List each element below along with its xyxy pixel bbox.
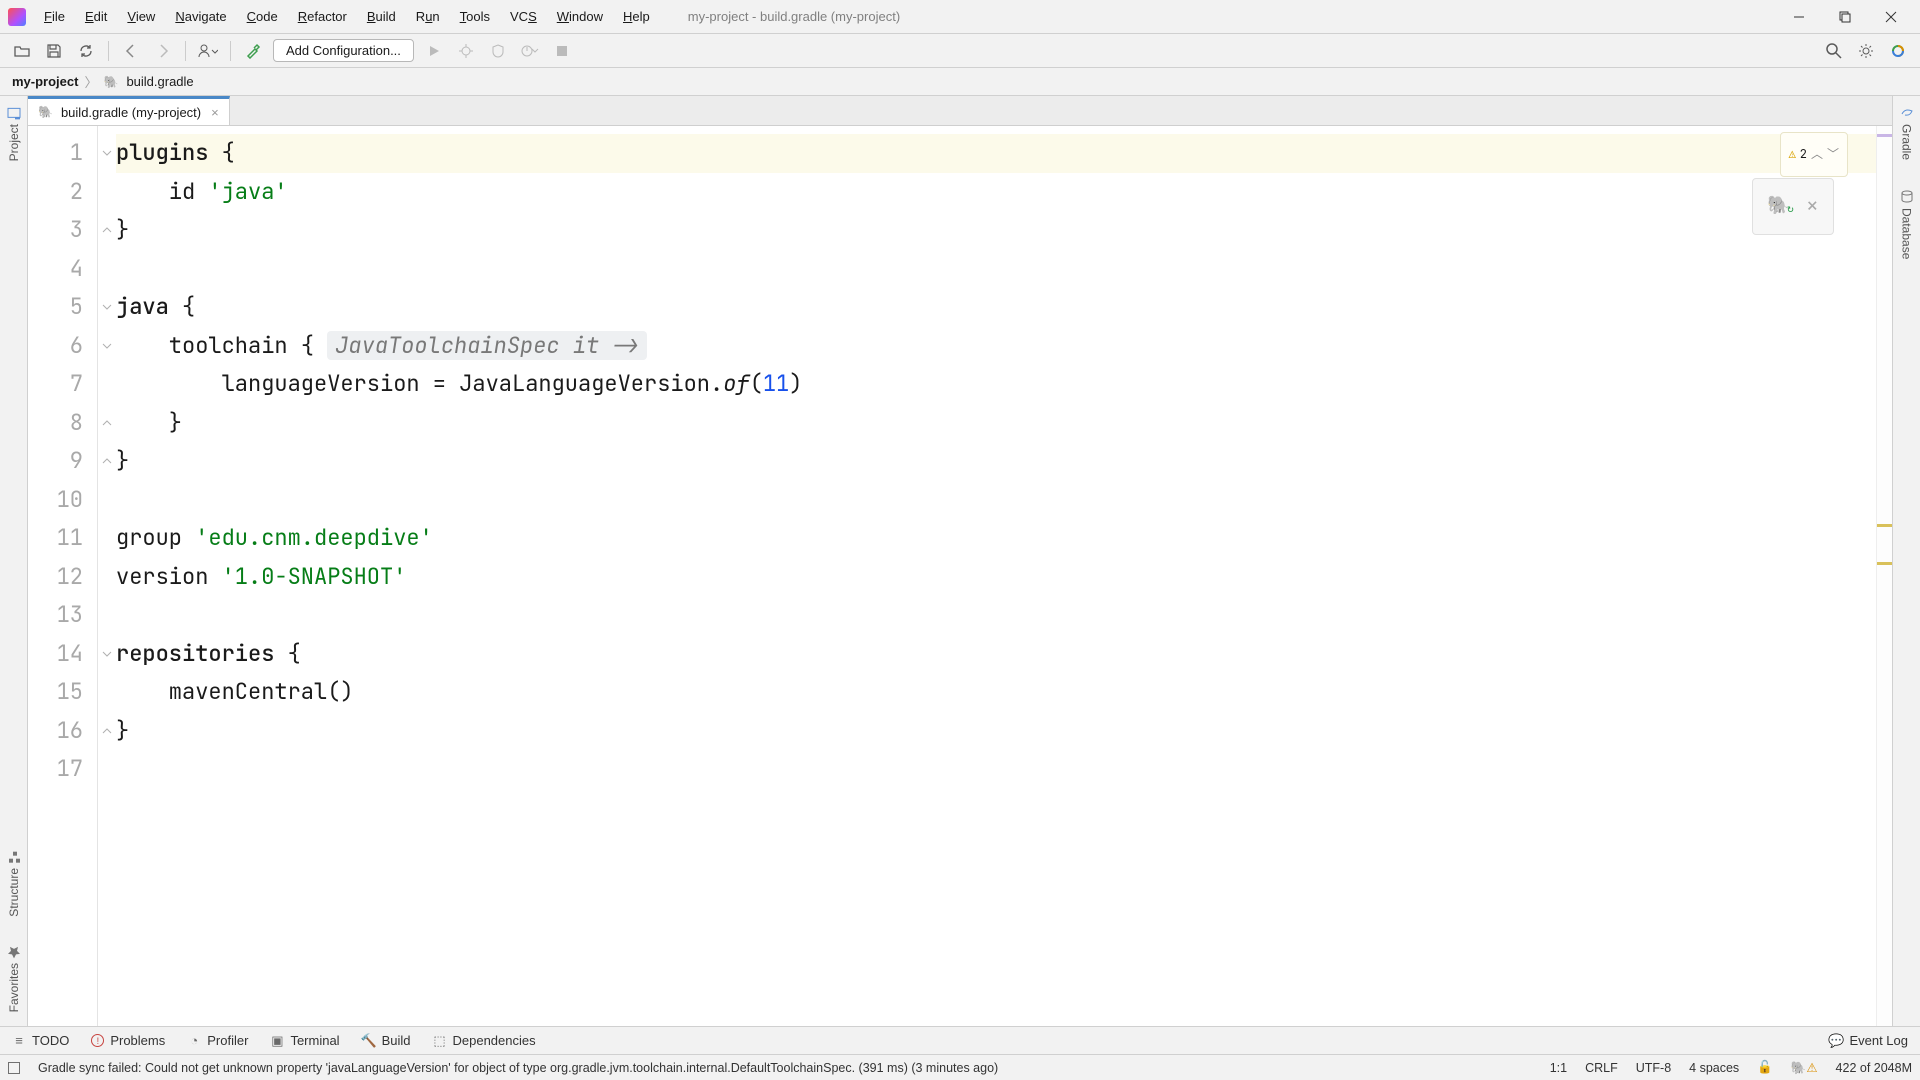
gradle-status-icon[interactable]: 🐘⚠ <box>1791 1060 1818 1076</box>
menu-file[interactable]: File <box>34 4 75 29</box>
sync-icon[interactable] <box>74 39 98 63</box>
next-highlight-icon[interactable]: ﹀ <box>1827 135 1839 174</box>
editor-tabs: 🐘 build.gradle (my-project) × <box>28 96 1892 126</box>
terminal-tool-button[interactable]: ▣Terminal <box>270 1033 339 1048</box>
parameter-hint: JavaToolchainSpec it -> <box>327 331 647 360</box>
run-icon[interactable] <box>422 39 446 63</box>
todo-tool-button[interactable]: ≡TODO <box>12 1033 69 1048</box>
fold-gutter <box>98 126 116 1026</box>
favorites-tool-button[interactable]: Favorites <box>7 941 21 1016</box>
dependencies-tool-button[interactable]: ⬚Dependencies <box>432 1033 535 1048</box>
profiler-tool-button[interactable]: ◔Profiler <box>187 1033 248 1048</box>
stop-icon[interactable] <box>550 39 574 63</box>
gradle-file-icon: 🐘 <box>38 105 53 119</box>
left-tool-rail: Project Structure Favorites <box>0 96 28 1026</box>
main-area: Project Structure Favorites 🐘 build.grad… <box>0 96 1920 1026</box>
file-encoding[interactable]: UTF-8 <box>1636 1061 1671 1075</box>
close-icon[interactable]: × <box>1806 187 1819 226</box>
menu-code[interactable]: Code <box>237 4 288 29</box>
menu-window[interactable]: Window <box>547 4 613 29</box>
event-log-button[interactable]: 💬Event Log <box>1829 1033 1908 1048</box>
indent-setting[interactable]: 4 spaces <box>1689 1061 1739 1075</box>
minimize-button[interactable] <box>1776 0 1822 34</box>
hammer-icon[interactable] <box>241 39 265 63</box>
open-icon[interactable] <box>10 39 34 63</box>
breadcrumb-file[interactable]: build.gradle <box>126 74 193 89</box>
line-gutter: 1 2 3 4 5 6 7 8 9 10 11 12 13 14 15 16 1… <box>28 126 98 1026</box>
menu-vcs[interactable]: VCS <box>500 4 547 29</box>
user-dropdown-icon[interactable] <box>196 39 220 63</box>
profiler-run-icon[interactable] <box>518 39 542 63</box>
gradle-file-icon: 🐘 <box>103 75 118 89</box>
error-stripe[interactable] <box>1876 126 1892 1026</box>
menu-run[interactable]: Run <box>406 4 450 29</box>
menu-help[interactable]: Help <box>613 4 660 29</box>
run-config-dropdown[interactable]: Add Configuration... <box>273 39 414 62</box>
close-button[interactable] <box>1868 0 1914 34</box>
gradle-refresh-icon[interactable]: 🐘↻ <box>1767 187 1789 226</box>
statusbar: Gradle sync failed: Could not get unknow… <box>0 1054 1920 1080</box>
debug-icon[interactable] <box>454 39 478 63</box>
back-icon[interactable] <box>119 39 143 63</box>
coverage-icon[interactable] <box>486 39 510 63</box>
memory-indicator[interactable]: 422 of 2048M <box>1836 1061 1912 1075</box>
status-message: Gradle sync failed: Could not get unknow… <box>38 1061 998 1075</box>
menu-edit[interactable]: Edit <box>75 4 117 29</box>
menubar: File Edit View Navigate Code Refactor Bu… <box>0 0 1920 34</box>
inspection-widget[interactable]: ⚠ 2 ︿ ﹀ <box>1780 132 1848 177</box>
caret-position[interactable]: 1:1 <box>1550 1061 1567 1075</box>
readonly-toggle-icon[interactable]: 🔓 <box>1757 1060 1773 1075</box>
warning-count: 2 <box>1800 135 1807 174</box>
prev-highlight-icon[interactable]: ︿ <box>1811 135 1823 174</box>
build-tool-button[interactable]: 🔨Build <box>362 1033 411 1048</box>
structure-tool-button[interactable]: Structure <box>7 846 21 921</box>
editor-area: 🐘 build.gradle (my-project) × 1 2 3 4 5 … <box>28 96 1892 1026</box>
problems-tool-button[interactable]: !Problems <box>91 1033 165 1048</box>
maximize-button[interactable] <box>1822 0 1868 34</box>
menu-view[interactable]: View <box>117 4 165 29</box>
warning-icon: ⚠ <box>1789 135 1796 174</box>
menu-tools[interactable]: Tools <box>450 4 500 29</box>
app-icon <box>8 8 26 26</box>
chevron-right-icon: 〉 <box>84 72 97 91</box>
bottom-tool-bar: ≡TODO !Problems ◔Profiler ▣Terminal 🔨Bui… <box>0 1026 1920 1054</box>
gradle-refresh-popup[interactable]: 🐘↻ × <box>1752 178 1834 235</box>
forward-icon[interactable] <box>151 39 175 63</box>
line-separator[interactable]: CRLF <box>1585 1061 1618 1075</box>
menu-navigate[interactable]: Navigate <box>165 4 236 29</box>
project-tool-button[interactable]: Project <box>7 102 21 165</box>
settings-icon[interactable] <box>1854 39 1878 63</box>
tab-label: build.gradle (my-project) <box>61 105 201 120</box>
gradle-tool-button[interactable]: Gradle <box>1900 102 1914 164</box>
save-icon[interactable] <box>42 39 66 63</box>
code-content[interactable]: ⚠ 2 ︿ ﹀ 🐘↻ × plugins { id 'java' } java … <box>116 126 1876 1026</box>
breadcrumb: my-project 〉 🐘 build.gradle <box>0 68 1920 96</box>
window-title: my-project - build.gradle (my-project) <box>688 9 900 24</box>
jetbrains-icon[interactable] <box>1886 39 1910 63</box>
tab-build-gradle[interactable]: 🐘 build.gradle (my-project) × <box>28 96 230 125</box>
menu-refactor[interactable]: Refactor <box>288 4 357 29</box>
database-tool-button[interactable]: Database <box>1900 186 1914 263</box>
right-tool-rail: Gradle Database <box>1892 96 1920 1026</box>
tool-windows-toggle-icon[interactable] <box>8 1062 20 1074</box>
search-icon[interactable] <box>1822 39 1846 63</box>
toolbar: Add Configuration... <box>0 34 1920 68</box>
breadcrumb-project[interactable]: my-project <box>12 74 78 89</box>
close-tab-icon[interactable]: × <box>211 105 219 120</box>
editor[interactable]: 1 2 3 4 5 6 7 8 9 10 11 12 13 14 15 16 1… <box>28 126 1892 1026</box>
menu-build[interactable]: Build <box>357 4 406 29</box>
